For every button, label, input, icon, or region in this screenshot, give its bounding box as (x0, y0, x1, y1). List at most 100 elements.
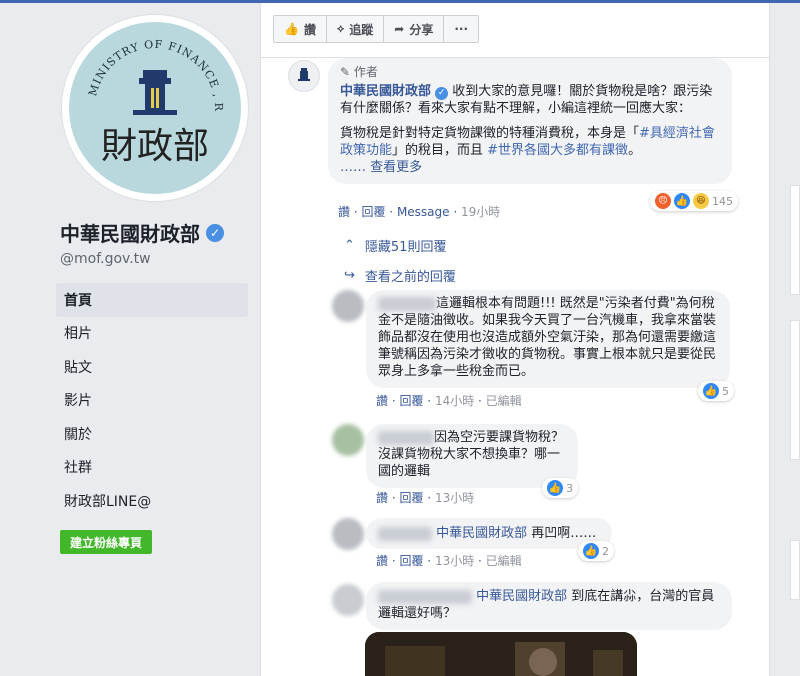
share-button[interactable]: ➦ 分享 (383, 15, 445, 43)
main-comment-meta: 讚 · 回覆 · Message · 19小時 (338, 205, 501, 219)
page-profile-picture[interactable]: MINISTRY OF FINANCE , R.O.C. 財政部 (62, 15, 248, 201)
reaction-summary[interactable]: 👍 2 (578, 541, 614, 561)
reply-bubble: 中華民國財政部 到底在講尛，台灣的官員邏輯還好嗎？ (366, 582, 732, 630)
reply-arrow-icon: ↪ (344, 268, 355, 283)
comment-timestamp[interactable]: 19小時 (461, 205, 500, 219)
reply-avatar[interactable] (332, 518, 364, 550)
chevron-up-icon: ⌃ (344, 238, 355, 253)
see-more-link[interactable]: …… 查看更多 (340, 159, 720, 176)
photo-thumbnail (365, 632, 637, 676)
comment-like-link[interactable]: 讚 (338, 205, 350, 219)
view-previous-replies-link[interactable]: ↪ 查看之前的回覆 (344, 266, 456, 285)
reply-meta: 讚 · 回覆 · 13小時 · 已編輯 (376, 554, 522, 568)
reply-avatar[interactable] (332, 290, 364, 322)
attached-image[interactable] (365, 632, 637, 676)
like-page-button[interactable]: 👍 讚 (273, 15, 327, 43)
reply-like-link[interactable]: 讚 (376, 554, 388, 568)
edited-label[interactable]: 已編輯 (486, 554, 522, 568)
reply-reply-link[interactable]: 回覆 (399, 394, 423, 408)
redacted-user-name[interactable] (378, 589, 472, 604)
comment-text-part2c: 。 (628, 143, 642, 158)
reaction-count: 145 (712, 194, 733, 208)
reply-bubble: 中華民國財政部 再凹啊…… (366, 518, 612, 549)
page-action-bar: 👍 讚 ⟡ 追蹤 ➦ 分享 ··· (273, 15, 480, 43)
like-reaction-icon: 👍 (583, 543, 599, 559)
reaction-count: 3 (566, 481, 573, 495)
reply-timestamp[interactable]: 13小時 (435, 554, 474, 568)
right-sidebar-card (790, 320, 800, 460)
view-previous-label: 查看之前的回覆 (364, 270, 456, 285)
svg-text:財政部: 財政部 (101, 126, 209, 167)
reply-bubble: 這邏輯根本有問題!!! 既然是"污染者付費"為何稅金不是隨油徵收。如果我今天買了… (366, 290, 730, 388)
hide-replies-link[interactable]: ⌃ 隱藏51則回覆 (344, 236, 446, 255)
comment-reply-link[interactable]: 回覆 (361, 205, 385, 219)
nav-item-community[interactable]: 社群 (56, 451, 248, 485)
nav-item-home[interactable]: 首頁 (56, 283, 248, 317)
thumbs-up-icon: 👍 (284, 22, 299, 36)
nav-item-about[interactable]: 關於 (56, 417, 248, 451)
page-nav: 首頁 相片 貼文 影片 關於 社群 財政部LINE@ (56, 283, 248, 518)
create-page-button[interactable]: 建立粉絲專頁 (60, 530, 153, 554)
edited-label[interactable]: 已編輯 (486, 394, 522, 408)
reaction-summary[interactable]: 😠 👍 😆 145 (650, 191, 738, 211)
like-label: 讚 (303, 22, 316, 37)
reply-avatar[interactable] (332, 424, 364, 456)
nav-item-posts[interactable]: 貼文 (56, 350, 248, 384)
author-badge: ✎ 作者 (340, 64, 720, 81)
comment-text-part2a: 貨物稅是針對特定貨物課徵的特種消費稅，本身是「 (340, 126, 640, 141)
reply-reply-link[interactable]: 回覆 (399, 554, 423, 568)
rss-icon: ⟡ (336, 22, 345, 35)
author-badge-label: 作者 (353, 65, 378, 79)
right-sidebar-card (790, 540, 800, 600)
redacted-user-name[interactable] (378, 526, 432, 541)
redacted-user-name[interactable] (378, 296, 436, 311)
main-comment-bubble: ✎ 作者 中華民國財政部 ✓ 收到大家的意見囉！關於貨物稅是啥？跟污染有什麼關係… (328, 58, 732, 184)
nav-item-line[interactable]: 財政部LINE@ (56, 484, 248, 518)
reply-reply-link[interactable]: 回覆 (399, 491, 423, 505)
reply-timestamp[interactable]: 14小時 (435, 394, 474, 408)
hide-replies-label: 隱藏51則回覆 (364, 240, 447, 255)
comment-author-link[interactable]: 中華民國財政部 (340, 84, 431, 99)
left-column: MINISTRY OF FINANCE , R.O.C. 財政部 中華民國財政部… (0, 3, 260, 676)
right-sidebar-card (790, 185, 800, 295)
like-reaction-icon: 👍 (703, 383, 719, 399)
verified-badge-icon: ✓ (206, 223, 224, 242)
verified-badge-icon: ✓ (435, 87, 449, 100)
mention-link[interactable]: 中華民國財政部 (476, 589, 567, 604)
follow-label: 追蹤 (349, 22, 374, 37)
nav-item-photos[interactable]: 相片 (56, 317, 248, 351)
reaction-summary[interactable]: 👍 3 (542, 478, 578, 498)
page-title[interactable]: 中華民國財政部 ✓ (60, 218, 224, 247)
mention-link[interactable]: 中華民國財政部 (436, 526, 527, 541)
comment-text-part2b: 」的稅目，而且 (392, 143, 488, 158)
page-handle[interactable]: @mof.gov.tw (60, 251, 151, 267)
more-options-button[interactable]: ··· (443, 15, 480, 43)
reply-like-link[interactable]: 讚 (376, 394, 388, 408)
reaction-summary[interactable]: 👍 5 (698, 381, 734, 401)
reply-timestamp[interactable]: 13小時 (435, 491, 474, 505)
main-comment-text-2: 貨物稅是針對特定貨物課徵的特種消費稅，本身是「#具經濟社會政策功能」的稅目，而且… (340, 125, 720, 159)
reply-like-link[interactable]: 讚 (376, 491, 388, 505)
reply-text: 再凹啊…… (527, 526, 597, 541)
main-comment-text: 中華民國財政部 ✓ 收到大家的意見囉！關於貨物稅是啥？跟污染有什麼關係？看來大家… (340, 83, 720, 117)
author-avatar[interactable] (288, 60, 320, 92)
like-reaction-icon: 👍 (674, 193, 690, 209)
mof-logo: MINISTRY OF FINANCE , R.O.C. 財政部 (65, 18, 224, 167)
reply-meta: 讚 · 回覆 · 13小時 (376, 491, 475, 505)
hashtag-link[interactable]: #世界各國大多都有課徵 (487, 143, 628, 158)
page-name-text[interactable]: 中華民國財政部 (60, 218, 200, 247)
nav-item-videos[interactable]: 影片 (56, 384, 248, 418)
logo-background: MINISTRY OF FINANCE , R.O.C. 財政部 (65, 18, 241, 194)
like-reaction-icon: 👍 (547, 480, 563, 496)
reply-avatar[interactable] (332, 584, 364, 616)
haha-reaction-icon: 😆 (693, 193, 709, 209)
reaction-count: 5 (722, 384, 729, 398)
see-more-text[interactable]: …… 查看更多 (340, 160, 422, 175)
redacted-user-name[interactable] (378, 430, 434, 445)
reply-meta: 讚 · 回覆 · 14小時 · 已編輯 (376, 394, 522, 408)
angry-reaction-icon: 😠 (655, 193, 671, 209)
share-arrow-icon: ➦ (394, 22, 405, 36)
reaction-count: 2 (602, 544, 609, 558)
comment-message-link[interactable]: Message (397, 205, 450, 219)
follow-button[interactable]: ⟡ 追蹤 (325, 15, 385, 43)
